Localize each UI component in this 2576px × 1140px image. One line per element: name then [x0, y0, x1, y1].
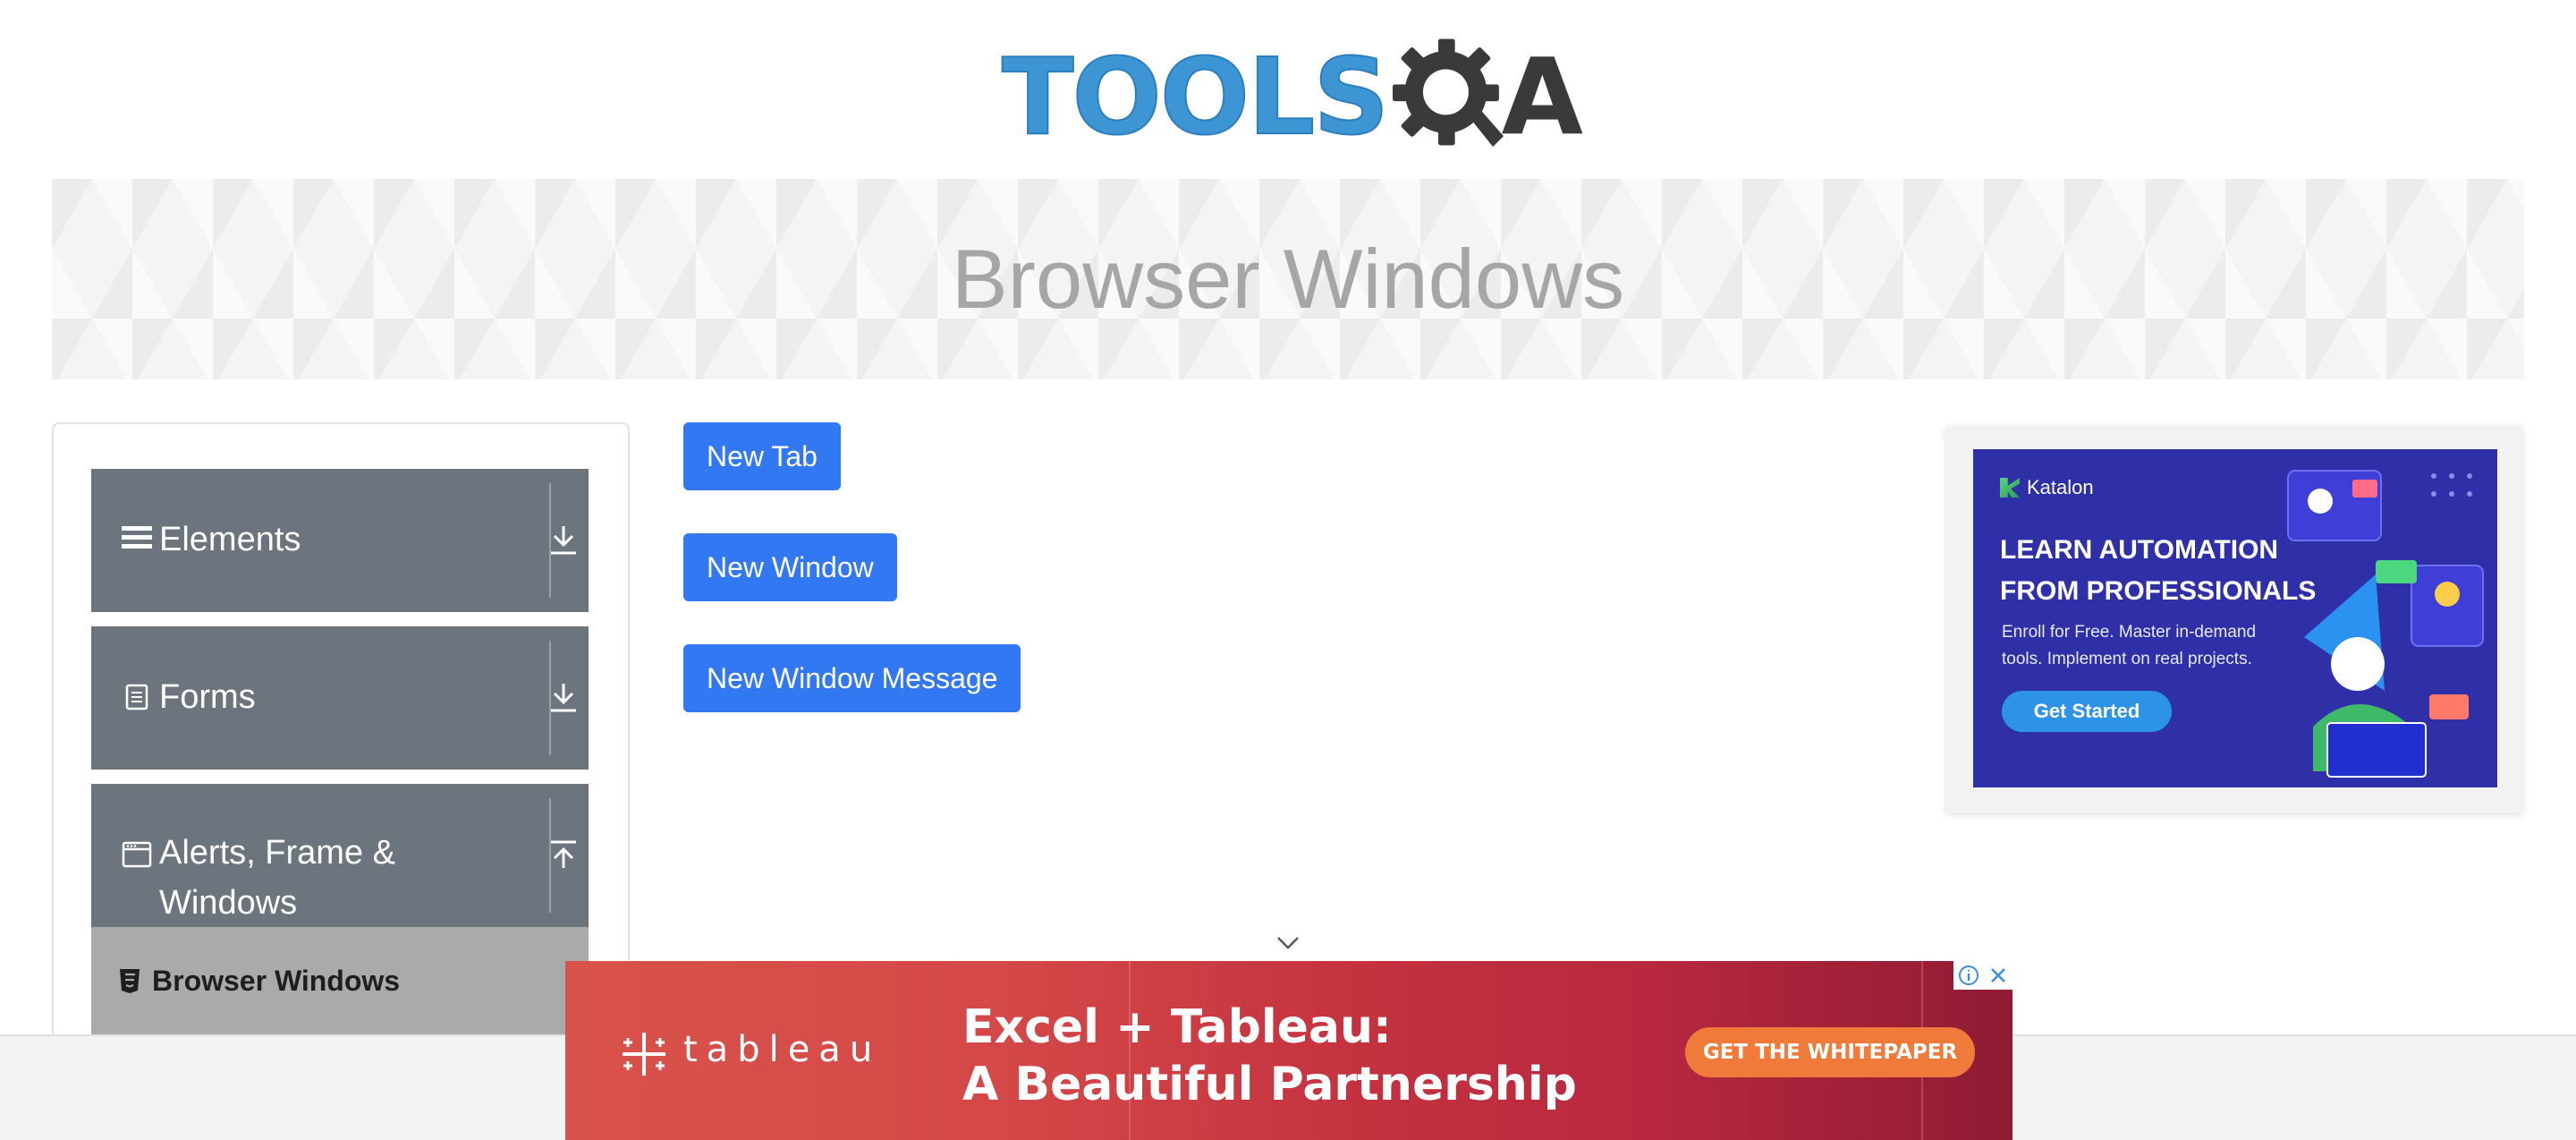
chevron-down-icon[interactable] [1275, 934, 1301, 952]
katalon-logo-icon [2000, 478, 2020, 498]
get-started-button[interactable]: Get Started [2002, 691, 2172, 732]
ad-info-icon[interactable] [1957, 964, 1980, 987]
katalon-ad[interactable]: Katalon LEARN AUTOMATION FROM PROFESSION… [1973, 449, 2497, 787]
ad-subtext-line1: Enroll for Free. Master in-demand [2002, 623, 2257, 642]
expand-toggle[interactable] [538, 673, 589, 723]
sidebar-group-label: Alerts, Frame & [159, 834, 395, 872]
document-icon [125, 684, 148, 710]
sidebar-group-label: Forms [159, 678, 256, 716]
hamburger-icon [122, 526, 152, 549]
window-icon [122, 841, 152, 868]
header-banner: Browser Windows [52, 179, 2524, 379]
bottom-advertisement[interactable]: tableau Excel + Tableau: A Beautiful Par… [565, 961, 2012, 1140]
logo-text: TOOLS [1001, 35, 1390, 158]
expand-toggle[interactable] [538, 515, 589, 566]
ad-illustration [2287, 470, 2484, 778]
ad-controls [1953, 961, 2012, 990]
page-title: Browser Windows [951, 232, 1625, 326]
logo-suffix: A [1501, 35, 1583, 158]
download-icon [551, 526, 576, 555]
gear-magnifier-icon [1393, 38, 1504, 148]
close-icon[interactable] [1987, 964, 2010, 987]
upload-icon [551, 840, 576, 868]
sidebar-group-forms[interactable]: Forms [91, 626, 589, 770]
new-window-message-button[interactable]: New Window Message [683, 644, 1021, 712]
ad-subtext-line2: tools. Implement on real projects. [2002, 650, 2252, 668]
sidebar-group-label-line2: Windows [159, 884, 298, 922]
toolsqa-logo[interactable]: TOOLS A [1001, 25, 1583, 168]
bottom-ad-headline: Excel + Tableau: A Beautiful Partnership [962, 999, 1577, 1113]
tableau-logo-icon [623, 1033, 665, 1076]
download-icon [551, 684, 576, 712]
bottom-ad-headline-line1: Excel + Tableau: [962, 1000, 1392, 1054]
ad-brand-name: Katalon [2027, 476, 2094, 498]
sidebar-group-alerts-frame-windows[interactable]: Alerts, Frame & Windows [91, 784, 589, 927]
collapse-toggle[interactable] [538, 830, 589, 881]
html5-icon [120, 969, 140, 993]
bottom-ad-headline-line2: A Beautiful Partnership [962, 1058, 1577, 1111]
sidebar: Elements Forms Alerts, Frame & Windows B… [52, 422, 630, 1140]
sidebar-item-label: Browser Windows [152, 964, 401, 997]
right-advertisement[interactable]: Katalon LEARN AUTOMATION FROM PROFESSION… [1946, 426, 2522, 812]
new-window-button[interactable]: New Window [683, 533, 897, 601]
tableau-wordmark: tableau [683, 1029, 882, 1070]
page: TOOLS A Browser Windows Elements Forms A… [0, 0, 2576, 1140]
ad-subtext: Enroll for Free. Master in-demand tools.… [2002, 619, 2288, 673]
new-tab-button[interactable]: New Tab [683, 422, 841, 490]
ad-brand: Katalon [2000, 476, 2094, 499]
sidebar-item-browser-windows[interactable]: Browser Windows [91, 927, 589, 1034]
sidebar-group-label: Elements [159, 521, 301, 558]
get-whitepaper-button[interactable]: GET THE WHITEPAPER [1685, 1027, 1975, 1077]
sidebar-group-elements[interactable]: Elements [91, 469, 589, 612]
